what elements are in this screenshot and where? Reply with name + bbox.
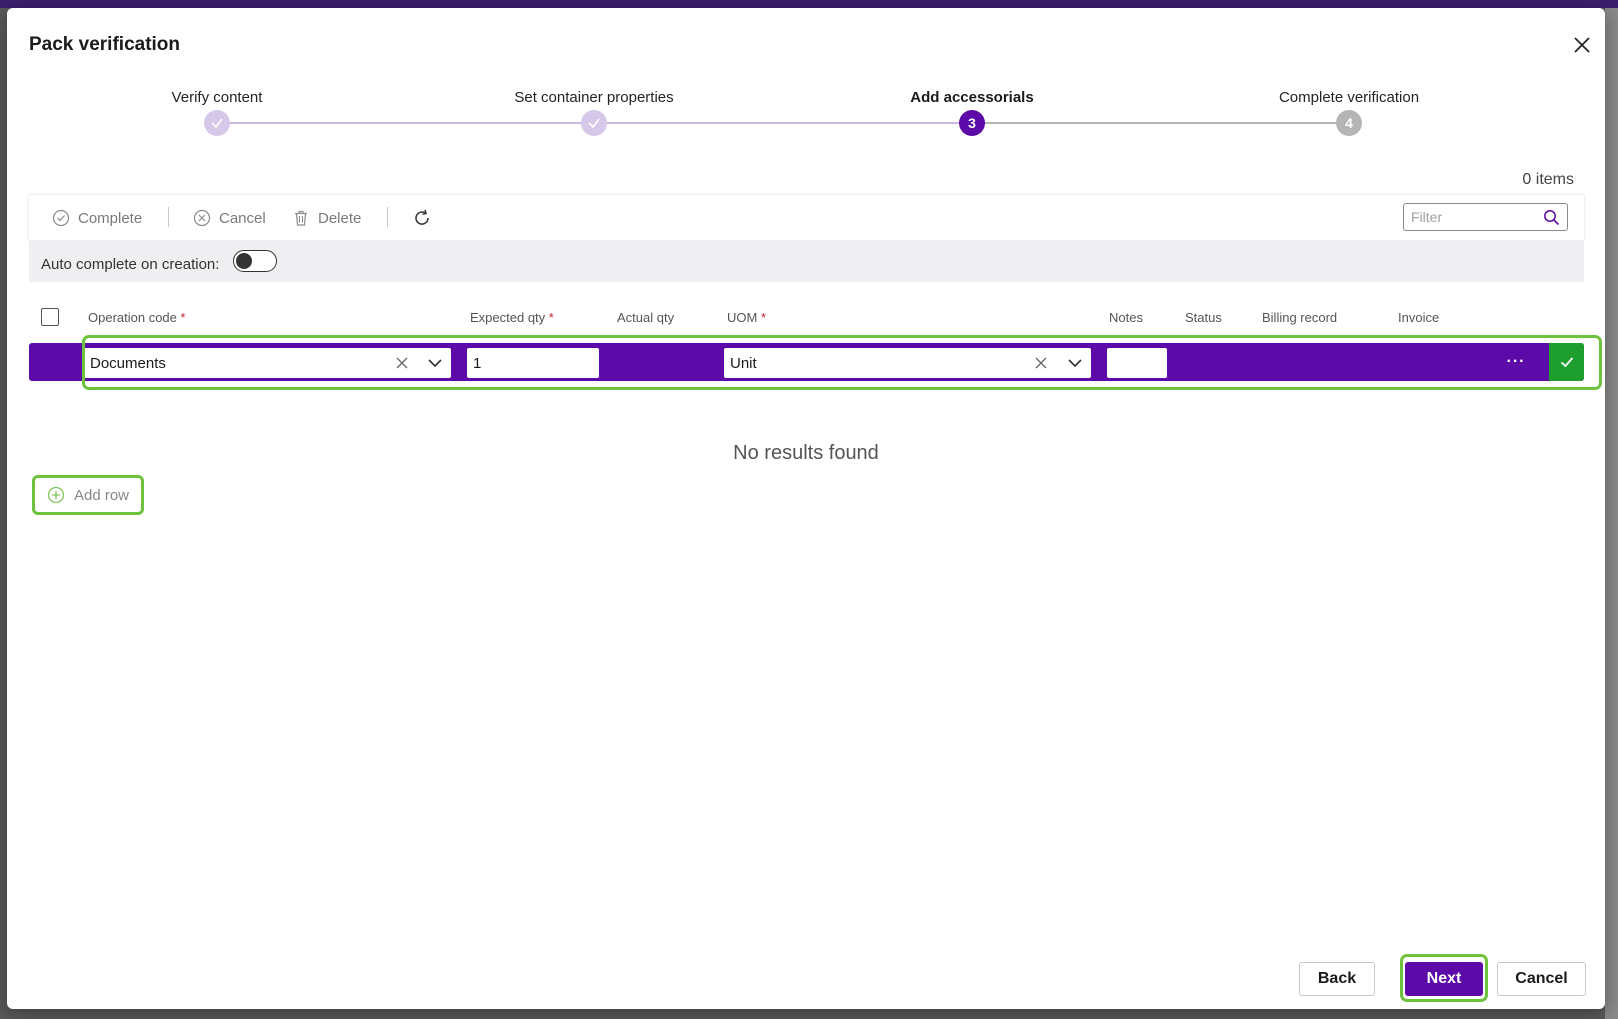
complete-label: Complete: [78, 209, 143, 227]
confirm-row-button[interactable]: [1549, 343, 1584, 381]
grid-toolbar: Complete Cancel Delete: [29, 194, 1584, 240]
step-label-verify-content: Verify content: [171, 89, 263, 106]
toolbar-divider: [387, 207, 388, 227]
close-button[interactable]: [1567, 30, 1597, 60]
uom-combobox[interactable]: Unit: [724, 348, 1091, 378]
select-all-checkbox[interactable]: [41, 308, 59, 326]
toggle-knob: [236, 253, 252, 269]
edit-row: Documents 1 Unit ···: [29, 343, 1584, 381]
check-icon: [588, 118, 600, 129]
refresh-icon: [415, 209, 429, 225]
column-header-notes[interactable]: Notes: [1109, 310, 1143, 325]
step-1-done[interactable]: [204, 110, 230, 136]
operation-code-value: Documents: [90, 354, 166, 372]
next-button[interactable]: Next: [1405, 962, 1483, 996]
column-header-billing-record[interactable]: Billing record: [1262, 310, 1337, 325]
column-header-status[interactable]: Status: [1185, 310, 1222, 325]
column-header-actual-qty[interactable]: Actual qty: [617, 310, 674, 325]
add-row-button[interactable]: Add row: [32, 475, 144, 515]
step-connector: [972, 122, 1349, 124]
items-count: 0 items: [1522, 171, 1574, 188]
step-label-complete-verification: Complete verification: [1278, 89, 1420, 106]
step-label-set-container-properties: Set container properties: [514, 89, 674, 106]
checkmark-icon: [1560, 357, 1573, 368]
complete-button[interactable]: Complete: [52, 205, 142, 231]
pack-verification-dialog: Pack verification Verify content Set con…: [7, 8, 1605, 1009]
toolbar-divider: [168, 207, 169, 227]
step-label-add-accessorials: Add accessorials: [910, 89, 1034, 106]
step-connector: [217, 122, 594, 124]
step-connector: [594, 122, 972, 124]
check-icon: [211, 118, 223, 129]
column-header-operation-code[interactable]: Operation code *: [88, 310, 186, 325]
column-header-invoice[interactable]: Invoice: [1398, 310, 1439, 325]
auto-complete-label: Auto complete on creation:: [41, 256, 220, 273]
chevron-down-icon[interactable]: [427, 356, 443, 370]
auto-complete-bar: Auto complete on creation:: [29, 240, 1584, 282]
add-circle-icon: [47, 486, 65, 504]
app-top-bar: [0, 0, 1618, 8]
add-row-label: Add row: [73, 486, 130, 504]
chevron-down-icon[interactable]: [1067, 356, 1083, 370]
step-4-todo[interactable]: 4: [1336, 110, 1362, 136]
dismiss-circle-icon: [193, 209, 211, 227]
check-circle-icon: [52, 209, 70, 227]
expected-qty-value: 1: [473, 354, 482, 372]
clear-icon[interactable]: [1034, 356, 1048, 370]
close-icon: [1574, 37, 1590, 53]
operation-code-combobox[interactable]: Documents: [84, 348, 451, 378]
filter-input[interactable]: [1404, 204, 1534, 230]
expected-qty-input[interactable]: 1: [467, 348, 599, 378]
clear-icon[interactable]: [395, 356, 409, 370]
cancel-dialog-button[interactable]: Cancel: [1497, 962, 1586, 996]
column-header-uom[interactable]: UOM *: [727, 310, 766, 325]
step-3-current[interactable]: 3: [959, 110, 985, 136]
auto-complete-toggle[interactable]: [233, 250, 277, 272]
search-icon[interactable]: [1543, 209, 1560, 226]
delete-label: Delete: [318, 209, 362, 227]
cancel-button[interactable]: Cancel: [193, 205, 266, 231]
cancel-label: Cancel: [219, 209, 266, 227]
uom-value: Unit: [730, 354, 757, 372]
empty-message: No results found: [733, 442, 879, 464]
dialog-title: Pack verification: [29, 34, 181, 55]
backdrop: [1605, 8, 1618, 1019]
delete-button[interactable]: Delete: [292, 205, 361, 231]
notes-input[interactable]: [1107, 348, 1167, 378]
more-options-button[interactable]: ···: [1501, 347, 1531, 377]
column-header-expected-qty[interactable]: Expected qty *: [470, 310, 554, 325]
step-2-done[interactable]: [581, 110, 607, 136]
back-button[interactable]: Back: [1299, 962, 1375, 996]
filter-field[interactable]: [1403, 203, 1568, 231]
trash-icon: [295, 210, 307, 226]
refresh-button[interactable]: [412, 205, 432, 231]
